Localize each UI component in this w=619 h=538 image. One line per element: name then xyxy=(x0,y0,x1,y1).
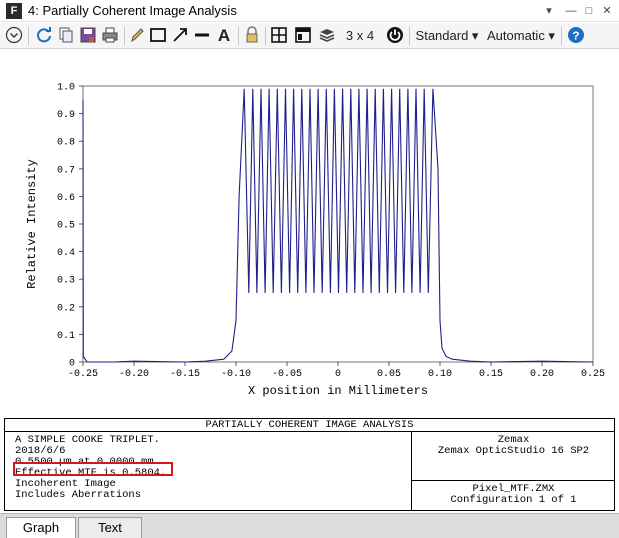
info-panel: PARTIALLY COHERENT IMAGE ANALYSIS A SIMP… xyxy=(4,418,615,511)
y-tick-label: 1.0 xyxy=(57,83,75,94)
plot-frame xyxy=(82,85,594,363)
product-name: Zemax OpticStudio 16 SP2 xyxy=(437,445,590,457)
help-button[interactable]: ? xyxy=(566,26,586,46)
toolbar-separator xyxy=(409,27,410,45)
chevron-circle-icon xyxy=(5,26,23,44)
x-axis-label: X position in Millimeters xyxy=(248,384,428,398)
line-icon xyxy=(195,33,209,37)
aberrations-text: Includes Aberrations xyxy=(15,489,142,501)
mtf-highlight-box xyxy=(13,462,173,476)
dropdown-arrow-icon[interactable]: ▾ xyxy=(540,2,558,20)
power-button[interactable] xyxy=(385,26,405,46)
lock-button[interactable] xyxy=(242,26,262,46)
toolbar-separator xyxy=(238,27,239,45)
y-tick-label: 0.8 xyxy=(57,138,75,149)
automatic-dropdown[interactable]: Automatic ▾ xyxy=(485,26,557,46)
app-icon: F xyxy=(6,3,22,19)
refresh-icon xyxy=(37,27,51,43)
save-icon xyxy=(80,27,96,43)
configuration-text: Configuration 1 of 1 xyxy=(450,494,577,506)
rectangle-icon xyxy=(150,28,166,42)
y-tick-label: 0.1 xyxy=(57,331,75,342)
title-bar: F 4: Partially Coherent Image Analysis ▾… xyxy=(0,0,619,22)
power-icon xyxy=(387,27,403,43)
toolbar-separator xyxy=(561,27,562,45)
window-layout-button[interactable] xyxy=(293,26,313,46)
x-tick-label: 0.20 xyxy=(530,369,554,380)
lock-icon xyxy=(246,26,258,43)
close-icon[interactable]: ✕ xyxy=(598,2,616,20)
x-tick-label: 0.15 xyxy=(479,369,503,380)
layout-dropdown[interactable]: 3 x 4 ▾ xyxy=(341,26,379,63)
printer-icon xyxy=(102,27,118,43)
x-tick-label: 0.25 xyxy=(581,369,605,380)
window-layout-icon xyxy=(295,27,311,43)
x-tick-label: -0.25 xyxy=(68,369,98,380)
x-tick-label: 0 xyxy=(335,369,341,380)
pencil-icon xyxy=(131,28,144,43)
window-title: 4: Partially Coherent Image Analysis xyxy=(28,3,237,18)
line-tool-button[interactable] xyxy=(192,26,212,46)
x-tick-label: -0.05 xyxy=(272,369,302,380)
grid-icon xyxy=(271,27,287,43)
toolbar: A 3 x 4 ▾ Standard ▾ Automatic ▾ ? xyxy=(0,23,619,63)
toolbar-separator xyxy=(265,27,266,45)
software-info: Zemax Zemax OpticStudio 16 SP2 xyxy=(412,435,615,457)
panel-title: PARTIALLY COHERENT IMAGE ANALYSIS xyxy=(5,419,614,432)
intensity-chart: -0.25 -0.20 -0.15 -0.10 -0.05 0 0.05 0.10 0.15 0.… xyxy=(25,83,605,399)
grid-button[interactable] xyxy=(269,26,289,46)
tab-text[interactable]: Text xyxy=(78,517,142,538)
x-tick-label: -0.10 xyxy=(221,369,251,380)
arrow-tool-button[interactable] xyxy=(170,26,190,46)
text-tool-button[interactable]: A xyxy=(214,26,234,46)
layers-button[interactable] xyxy=(317,26,337,46)
y-tick-label: 0.4 xyxy=(57,248,75,259)
tab-bar: Graph Text xyxy=(0,513,619,538)
copy-button[interactable] xyxy=(56,26,76,46)
panel-divider xyxy=(411,480,615,481)
y-tick-label: 0.3 xyxy=(57,276,75,287)
toolbar-separator xyxy=(124,27,125,45)
minimize-icon[interactable]: — xyxy=(562,2,580,20)
tab-graph[interactable]: Graph xyxy=(6,517,76,538)
toolbar-separator xyxy=(28,27,29,45)
x-tick-label: 0.10 xyxy=(428,369,452,380)
y-tick-label: 0 xyxy=(69,359,75,370)
y-tick-label: 0.9 xyxy=(57,110,75,121)
x-tick-label: 0.05 xyxy=(377,369,401,380)
y-tick-label: 0.7 xyxy=(57,165,75,176)
rectangle-tool-button[interactable] xyxy=(148,26,168,46)
standard-dropdown[interactable]: Standard ▾ xyxy=(414,26,480,46)
copy-icon xyxy=(59,27,73,43)
layers-icon xyxy=(319,29,335,42)
x-tick-label: -0.15 xyxy=(170,369,200,380)
y-tick-label: 0.6 xyxy=(57,193,75,204)
svg-text:?: ? xyxy=(572,30,579,44)
pencil-tool-button[interactable] xyxy=(128,26,146,46)
plot-area: -0.25 -0.20 -0.15 -0.10 -0.05 0 0.05 0.10 0.15 0.… xyxy=(0,50,619,418)
file-info: Pixel_MTF.ZMX Configuration 1 of 1 xyxy=(412,484,615,506)
y-axis-label: Relative Intensity xyxy=(25,159,39,289)
save-button[interactable] xyxy=(78,26,98,46)
intensity-line xyxy=(82,88,594,363)
x-tick-label: -0.20 xyxy=(119,369,149,380)
help-icon: ? xyxy=(568,27,584,44)
y-tick-label: 0.5 xyxy=(57,221,75,232)
y-tick-label: 0.2 xyxy=(57,303,75,314)
maximize-icon[interactable]: □ xyxy=(580,2,598,20)
arrow-icon xyxy=(173,28,187,42)
print-button[interactable] xyxy=(100,26,120,46)
refresh-button[interactable] xyxy=(34,26,54,46)
settings-chevron-button[interactable] xyxy=(4,26,24,46)
